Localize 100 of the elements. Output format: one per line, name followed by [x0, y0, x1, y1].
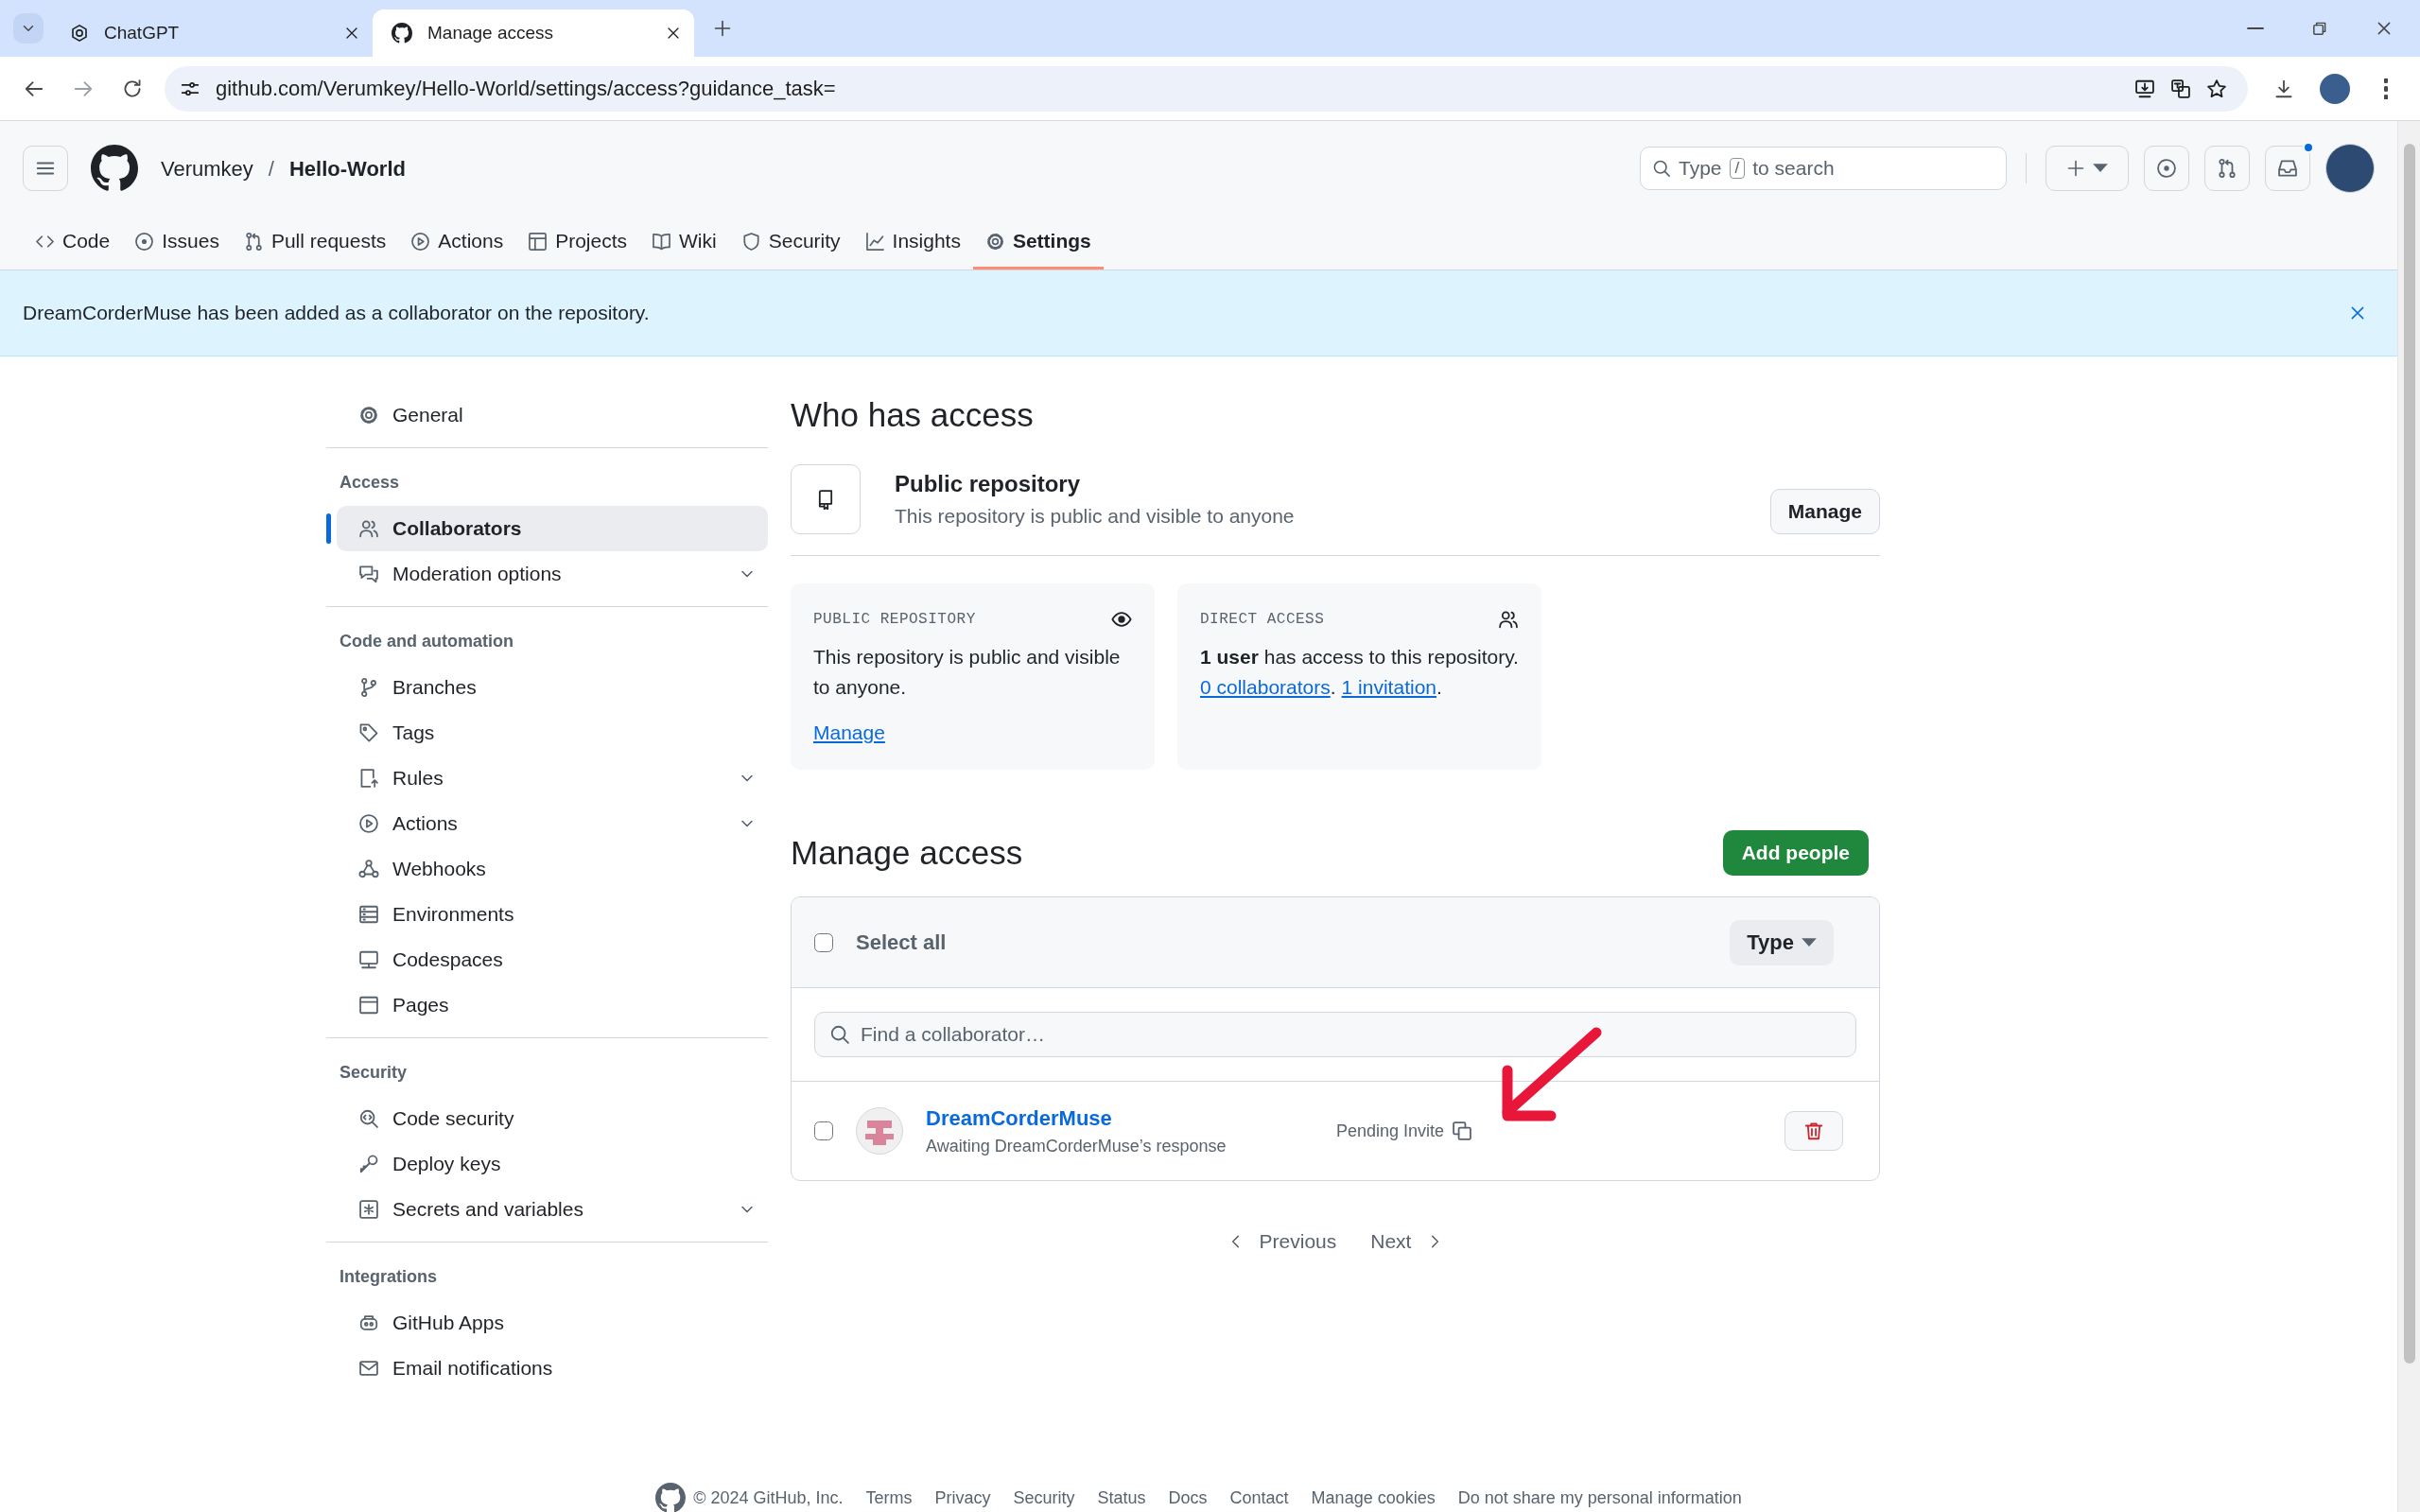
ruleset-icon	[358, 768, 379, 789]
table-icon	[528, 231, 548, 252]
menu-button[interactable]	[23, 146, 68, 191]
key-icon	[358, 1154, 379, 1174]
plus-icon	[713, 19, 732, 38]
branch-icon	[358, 677, 379, 698]
sidebar-item[interactable]: Actions	[337, 801, 768, 846]
scrollbar[interactable]	[2397, 121, 2420, 1512]
sidebar-item[interactable]: GitHub Apps	[337, 1300, 768, 1346]
sidebar-item[interactable]: Pages	[337, 982, 768, 1028]
repo-tab[interactable]: Actions	[398, 216, 516, 269]
sidebar-item[interactable]: Email notifications	[337, 1346, 768, 1391]
row-checkbox[interactable]	[814, 1121, 833, 1140]
visibility-title: Public repository	[895, 470, 1082, 499]
card-heading: PUBLIC REPOSITORY	[813, 610, 976, 630]
repo-tab[interactable]: Pull requests	[231, 216, 399, 269]
select-all-checkbox[interactable]	[814, 932, 833, 952]
user-avatar[interactable]	[2325, 144, 2375, 193]
sidebar-item[interactable]: Code security	[337, 1096, 768, 1141]
webhook-icon	[358, 859, 379, 879]
graph-icon	[864, 231, 885, 252]
card-link[interactable]: Manage	[813, 721, 885, 743]
footer-link[interactable]: Manage cookies	[1311, 1485, 1436, 1511]
pull-request-icon	[243, 231, 264, 252]
sidebar-item[interactable]: Secrets and variables	[337, 1187, 768, 1232]
repo-tab[interactable]: Insights	[852, 216, 973, 269]
create-new-button[interactable]	[2046, 146, 2129, 191]
sidebar-item[interactable]: Branches	[337, 665, 768, 710]
section-heading: Code and automation	[339, 631, 514, 652]
star-icon[interactable]	[2206, 78, 2227, 99]
footer-link[interactable]: Docs	[1168, 1485, 1208, 1511]
search-field[interactable]: Find a collaborator…	[814, 1012, 1856, 1057]
shortcut-key: /	[1729, 158, 1746, 179]
tab-title: ChatGPT	[104, 21, 181, 44]
play-icon	[358, 813, 379, 834]
sidebar-item[interactable]: Webhooks	[337, 846, 768, 892]
sidebar-item[interactable]: Moderation options	[337, 551, 768, 597]
plus-icon	[2066, 159, 2085, 178]
repo-tab[interactable]: Projects	[515, 216, 640, 269]
install-icon[interactable]	[2134, 78, 2155, 99]
card-heading: DIRECT ACCESS	[1200, 610, 1325, 630]
punctuation: .	[1436, 676, 1442, 698]
footer-link[interactable]: Privacy	[934, 1485, 991, 1511]
browser-tab[interactable]: Manage access	[373, 9, 694, 57]
previous-page-link[interactable]: Previous	[1227, 1226, 1337, 1257]
sidebar-item[interactable]: Tags	[337, 710, 768, 756]
owner-link[interactable]: Verumkey	[161, 152, 253, 184]
repo-tab[interactable]: Issues	[122, 216, 232, 269]
footer-link[interactable]: Do not share my personal information	[1457, 1485, 1742, 1511]
sidebar-item[interactable]: Rules	[337, 756, 768, 801]
sidebar-item[interactable]: Codespaces	[337, 937, 768, 982]
server-icon	[358, 904, 379, 925]
issues-button[interactable]	[2144, 146, 2189, 191]
close-icon	[2349, 304, 2366, 322]
footer-link[interactable]: Terms	[865, 1485, 913, 1511]
punctuation: .	[1330, 676, 1336, 698]
remove-button[interactable]	[1785, 1111, 1843, 1151]
section-heading: Access	[339, 472, 401, 494]
profile-avatar[interactable]	[2320, 73, 2350, 104]
type-filter-dropdown[interactable]: Type	[1730, 919, 1834, 965]
pending-invite-label: Pending Invite	[1336, 1120, 1445, 1142]
close-icon[interactable]	[666, 26, 681, 41]
download-icon	[2273, 78, 2294, 99]
asterisk-icon	[358, 1199, 379, 1220]
add-people-button[interactable]: Add people	[1722, 830, 1869, 876]
next-page-link[interactable]: Next	[1370, 1226, 1444, 1257]
translate-icon[interactable]	[2170, 78, 2191, 99]
kebab-menu-icon	[2383, 78, 2389, 99]
cat-logo-icon[interactable]	[91, 145, 138, 192]
collaborator-name-link[interactable]: DreamCorderMuse	[926, 1103, 1314, 1134]
tag-icon	[358, 722, 379, 743]
pull-requests-button[interactable]	[2204, 146, 2250, 191]
minimize-icon	[2247, 26, 2264, 30]
repo-link[interactable]: Hello-World	[288, 152, 406, 184]
invite-status: Awaiting DreamCorderMuse’s response	[926, 1136, 1227, 1157]
footer-link[interactable]: Contact	[1229, 1485, 1289, 1511]
close-icon[interactable]	[344, 26, 359, 41]
footer-link[interactable]: Security	[1013, 1485, 1075, 1511]
search-hint: to search	[1752, 156, 1835, 182]
sidebar-item[interactable]: Deploy keys	[337, 1141, 768, 1187]
pull-request-icon	[2217, 158, 2237, 179]
footer-link[interactable]: Status	[1097, 1485, 1146, 1511]
inbox-button[interactable]	[2265, 146, 2310, 191]
sidebar-item[interactable]: Environments	[337, 892, 768, 937]
copy-icon[interactable]	[1452, 1121, 1473, 1141]
path-separator: /	[268, 155, 274, 182]
browser-tab[interactable]: ChatGPT	[51, 9, 373, 57]
card-link[interactable]: 1 invitation	[1341, 676, 1436, 698]
repo-tab[interactable]: Wiki	[639, 216, 729, 269]
mail-icon	[358, 1358, 379, 1379]
repo-tab[interactable]: Security	[728, 216, 853, 269]
manage-button[interactable]: Manage	[1769, 489, 1880, 534]
visibility-description: This repository is public and visible to anyone	[895, 504, 1296, 530]
search-field[interactable]: Type / to search	[1640, 147, 2007, 190]
sidebar-item[interactable]: General	[337, 392, 768, 438]
caret-icon	[2093, 164, 2108, 173]
cat-logo-icon[interactable]	[655, 1483, 687, 1512]
monitor-icon	[358, 949, 379, 970]
card-link[interactable]: 0 collaborators	[1200, 676, 1331, 698]
repo-tab[interactable]: Code	[23, 216, 123, 269]
